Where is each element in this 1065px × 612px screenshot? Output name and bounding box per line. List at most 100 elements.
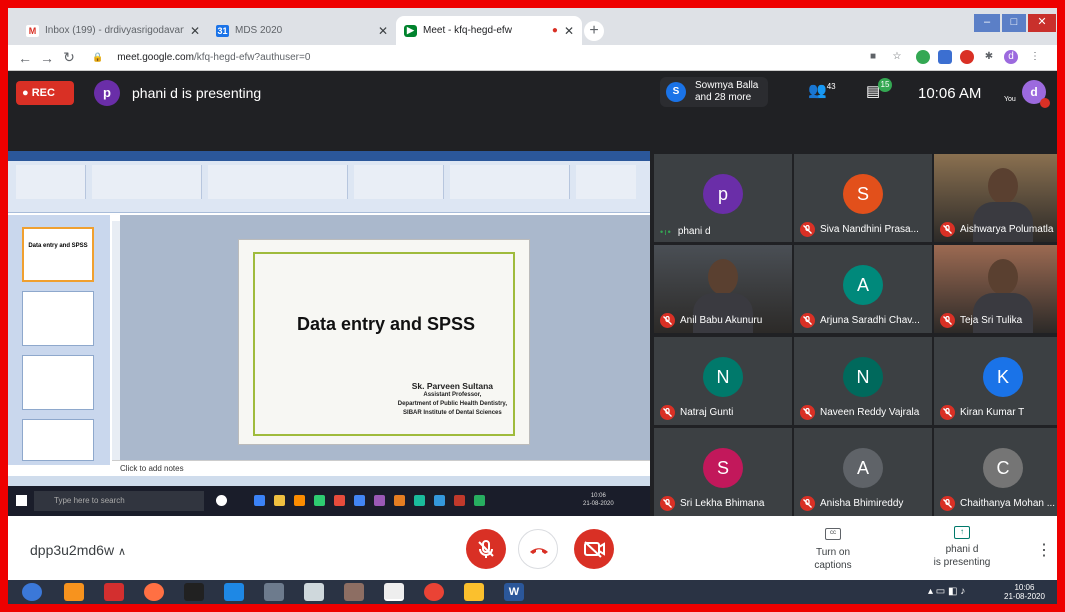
- lock-icon[interactable]: 🔒: [92, 52, 103, 63]
- participant-name-text: Teja Sri Tulika: [960, 315, 1023, 326]
- close-icon[interactable]: ✕: [190, 24, 200, 38]
- star-icon[interactable]: ☆: [890, 50, 904, 64]
- author-inst: SIBAR Institute of Dental Sciences: [403, 410, 502, 416]
- app-icon[interactable]: [384, 583, 404, 601]
- mic-off-icon: [940, 313, 955, 328]
- mic-off-icon: [660, 313, 675, 328]
- camera-app-icon[interactable]: [184, 583, 204, 601]
- url-field[interactable]: meet.google.com/kfq-hegd-efw?authuser=0: [117, 52, 310, 63]
- mic-toggle-button[interactable]: [466, 529, 506, 569]
- participant-tile[interactable]: N Naveen Reddy Vajrala: [794, 337, 932, 425]
- browser-tab-strip: M Inbox (199) - drdivyasrigodavarti ✕ 31…: [8, 8, 1057, 45]
- mic-off-icon: [478, 540, 494, 558]
- participant-name-text: Naveen Reddy Vajrala: [820, 407, 920, 418]
- chrome-icon[interactable]: [424, 583, 444, 601]
- slide-thumbnail[interactable]: Data entry and SPSS: [22, 227, 94, 282]
- participant-name-text: Sri Lekha Bhimana: [680, 498, 765, 509]
- participant-name: Naveen Reddy Vajrala: [800, 405, 919, 420]
- participant-tile[interactable]: p •ı• phani d: [654, 154, 792, 242]
- menu-icon[interactable]: ⋮: [1028, 50, 1042, 64]
- system-tray[interactable]: ▴ ▭ ◧ ♪: [928, 586, 965, 597]
- participant-tile[interactable]: S Siva Nandhini Prasa...: [794, 154, 932, 242]
- presenting-button[interactable]: ↑ phani d is presenting: [926, 524, 998, 569]
- close-icon[interactable]: ✕: [564, 24, 574, 38]
- system-clock[interactable]: 10:06 21-08-2020: [1004, 583, 1045, 601]
- chat-button[interactable]: ▤ 15: [866, 78, 892, 100]
- system-time: 10:06: [1014, 583, 1035, 592]
- participant-tile[interactable]: Teja Sri Tulika: [934, 245, 1057, 333]
- maximize-button[interactable]: □: [1002, 14, 1026, 32]
- meeting-details[interactable]: dpp3u2md6w ∧: [30, 542, 126, 558]
- app-icon: [374, 495, 385, 506]
- people-icon: 👥: [808, 82, 827, 99]
- app-icon: [314, 495, 325, 506]
- profile-icon[interactable]: d: [1004, 50, 1018, 64]
- ruler: [112, 221, 120, 471]
- vlc-icon[interactable]: [64, 583, 84, 601]
- app-icon[interactable]: [304, 583, 324, 601]
- app-icon[interactable]: [344, 583, 364, 601]
- camera-icon[interactable]: ■: [866, 50, 880, 64]
- puzzle-icon[interactable]: ✱: [982, 50, 996, 64]
- firefox-icon[interactable]: [144, 583, 164, 601]
- start-icon[interactable]: [22, 583, 42, 601]
- more-options-icon[interactable]: ⋮: [1036, 540, 1052, 560]
- participant-name-text: Chaithanya Mohan ...: [960, 498, 1056, 509]
- close-icon[interactable]: ✕: [378, 24, 388, 38]
- participant-name: Teja Sri Tulika: [940, 313, 1022, 328]
- participant-tile[interactable]: K Kiran Kumar T: [934, 337, 1057, 425]
- close-window-button[interactable]: ✕: [1028, 14, 1056, 32]
- shared-time: 10:06: [590, 493, 606, 499]
- word-icon[interactable]: W: [504, 583, 524, 601]
- tab-mds2020[interactable]: 31 MDS 2020 ✕: [208, 16, 396, 45]
- people-button[interactable]: 👥43: [808, 81, 836, 99]
- captions-label: Turn on captions: [814, 547, 852, 571]
- extension-icon[interactable]: [916, 50, 930, 64]
- app-icon: [394, 495, 405, 506]
- presentation-screen: Data entry and SPSS Data entry and SPSS …: [8, 151, 650, 516]
- slide-thumbnail[interactable]: [22, 419, 94, 461]
- leave-call-button[interactable]: [518, 529, 558, 569]
- tab-meet[interactable]: ▶ Meet - kfq-hegd-efw ● ✕: [396, 16, 582, 45]
- chat-badge: 15: [878, 78, 892, 92]
- back-icon[interactable]: ←: [14, 50, 36, 66]
- extension-icon[interactable]: [960, 50, 974, 64]
- slide-thumbnail[interactable]: [22, 355, 94, 410]
- mic-off-icon: [940, 496, 955, 511]
- app-icon[interactable]: [264, 583, 284, 601]
- participant-name: •ı• phani d: [660, 226, 711, 237]
- presenting-text: phani d is presenting: [132, 85, 262, 101]
- powerpoint-statusbar: [8, 476, 650, 486]
- participant-tile[interactable]: A Arjuna Saradhi Chav...: [794, 245, 932, 333]
- participant-tile[interactable]: C Chaithanya Mohan ...: [934, 428, 1057, 516]
- reload-icon[interactable]: ↻: [58, 49, 80, 66]
- participant-name-text: phani d: [677, 226, 711, 237]
- avatar: p: [703, 174, 743, 214]
- participant-tile[interactable]: A Anisha Bhimireddy: [794, 428, 932, 516]
- presenter-name: phani d: [945, 544, 979, 555]
- acrobat-icon[interactable]: [104, 583, 124, 601]
- avatar: K: [983, 357, 1023, 397]
- captions-button[interactable]: cc Turn on captions: [798, 524, 868, 572]
- ie-icon[interactable]: [224, 583, 244, 601]
- participant-name: Arjuna Saradhi Chav...: [800, 313, 920, 328]
- avatar: p: [94, 80, 120, 106]
- cortana-icon: [216, 495, 227, 506]
- participant-tile[interactable]: Aishwarya Polumatla: [934, 154, 1057, 242]
- author-name: Sk. Parveen Sultana: [411, 381, 493, 391]
- camera-toggle-button[interactable]: [574, 529, 614, 569]
- folder-icon[interactable]: [464, 583, 484, 601]
- participant-tile[interactable]: Anil Babu Akunuru: [654, 245, 792, 333]
- new-tab-button[interactable]: +: [584, 21, 604, 41]
- extension-icon[interactable]: [938, 50, 952, 64]
- slide-thumbnail[interactable]: [22, 291, 94, 346]
- tab-gmail[interactable]: M Inbox (199) - drdivyasrigodavarti ✕: [18, 16, 208, 45]
- speaker-name: Sowmya Balla: [695, 80, 759, 91]
- active-speakers[interactable]: S Sowmya Balla and 28 more: [660, 77, 768, 107]
- minimize-button[interactable]: –: [974, 14, 1000, 32]
- participant-tile[interactable]: S Sri Lekha Bhimana: [654, 428, 792, 516]
- app-icon: [454, 495, 465, 506]
- forward-icon[interactable]: →: [36, 50, 58, 66]
- participant-tile[interactable]: N Natraj Gunti: [654, 337, 792, 425]
- shared-clock: 10:06 21-08-2020: [583, 492, 614, 508]
